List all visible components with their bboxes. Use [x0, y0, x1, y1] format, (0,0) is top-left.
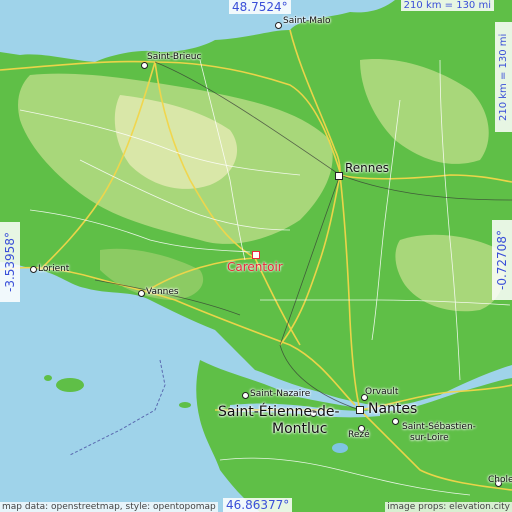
city-label-orvault: Orvault — [365, 387, 399, 397]
city-label-rennes: Rennes — [345, 161, 390, 175]
city-label-saint-brieuc: Saint-Brieuc — [147, 52, 202, 62]
vertical-scale-label: 210 km = 130 mi — [495, 22, 512, 132]
city-label-saint-sebastien-line1: Saint-Sébastien- — [402, 422, 476, 432]
city-label-lorient: Lorient — [38, 264, 70, 274]
city-label-cholet: Chole — [488, 475, 512, 485]
horizontal-scale-label: 210 km = 130 mi — [400, 0, 494, 11]
city-label-vannes: Vannes — [146, 287, 179, 297]
city-marker-saint-brieuc — [141, 62, 148, 69]
city-label-reze: Rezé — [348, 430, 370, 440]
city-marker-saint-malo — [275, 22, 282, 29]
focus-location-label: Carentoir — [227, 260, 283, 274]
focus-location-marker[interactable] — [252, 251, 260, 259]
city-label-saint-nazaire: Saint-Nazaire — [250, 389, 311, 399]
city-marker-rennes — [335, 172, 343, 180]
city-marker-saint-nazaire — [242, 392, 249, 399]
city-label-nantes: Nantes — [368, 401, 418, 417]
city-label-saint-malo: Saint-Malo — [283, 16, 331, 26]
city-marker-vannes — [138, 290, 145, 297]
west-coordinate-label: -3.53958° — [0, 222, 20, 302]
city-label-saint-etienne-line1: Saint-Étienne-de- — [218, 404, 340, 420]
city-marker-lorient — [30, 266, 37, 273]
city-marker-nantes — [356, 406, 364, 414]
south-coordinate-label: 46.86377° — [223, 498, 293, 512]
image-attribution: image props: elevation.city — [385, 502, 512, 512]
east-coordinate-label: -0.72708° — [492, 220, 512, 300]
map-view[interactable]: 48.7524° 210 km = 130 mi 210 km = 130 mi… — [0, 0, 512, 512]
map-attribution: map data: openstreetmap, style: opentopo… — [0, 502, 218, 512]
north-coordinate-label: 48.7524° — [229, 0, 291, 14]
city-label-saint-sebastien-line2: sur-Loire — [410, 433, 449, 443]
city-label-saint-etienne-line2: Montluc — [272, 421, 328, 437]
city-marker-saint-sebastien — [392, 418, 399, 425]
